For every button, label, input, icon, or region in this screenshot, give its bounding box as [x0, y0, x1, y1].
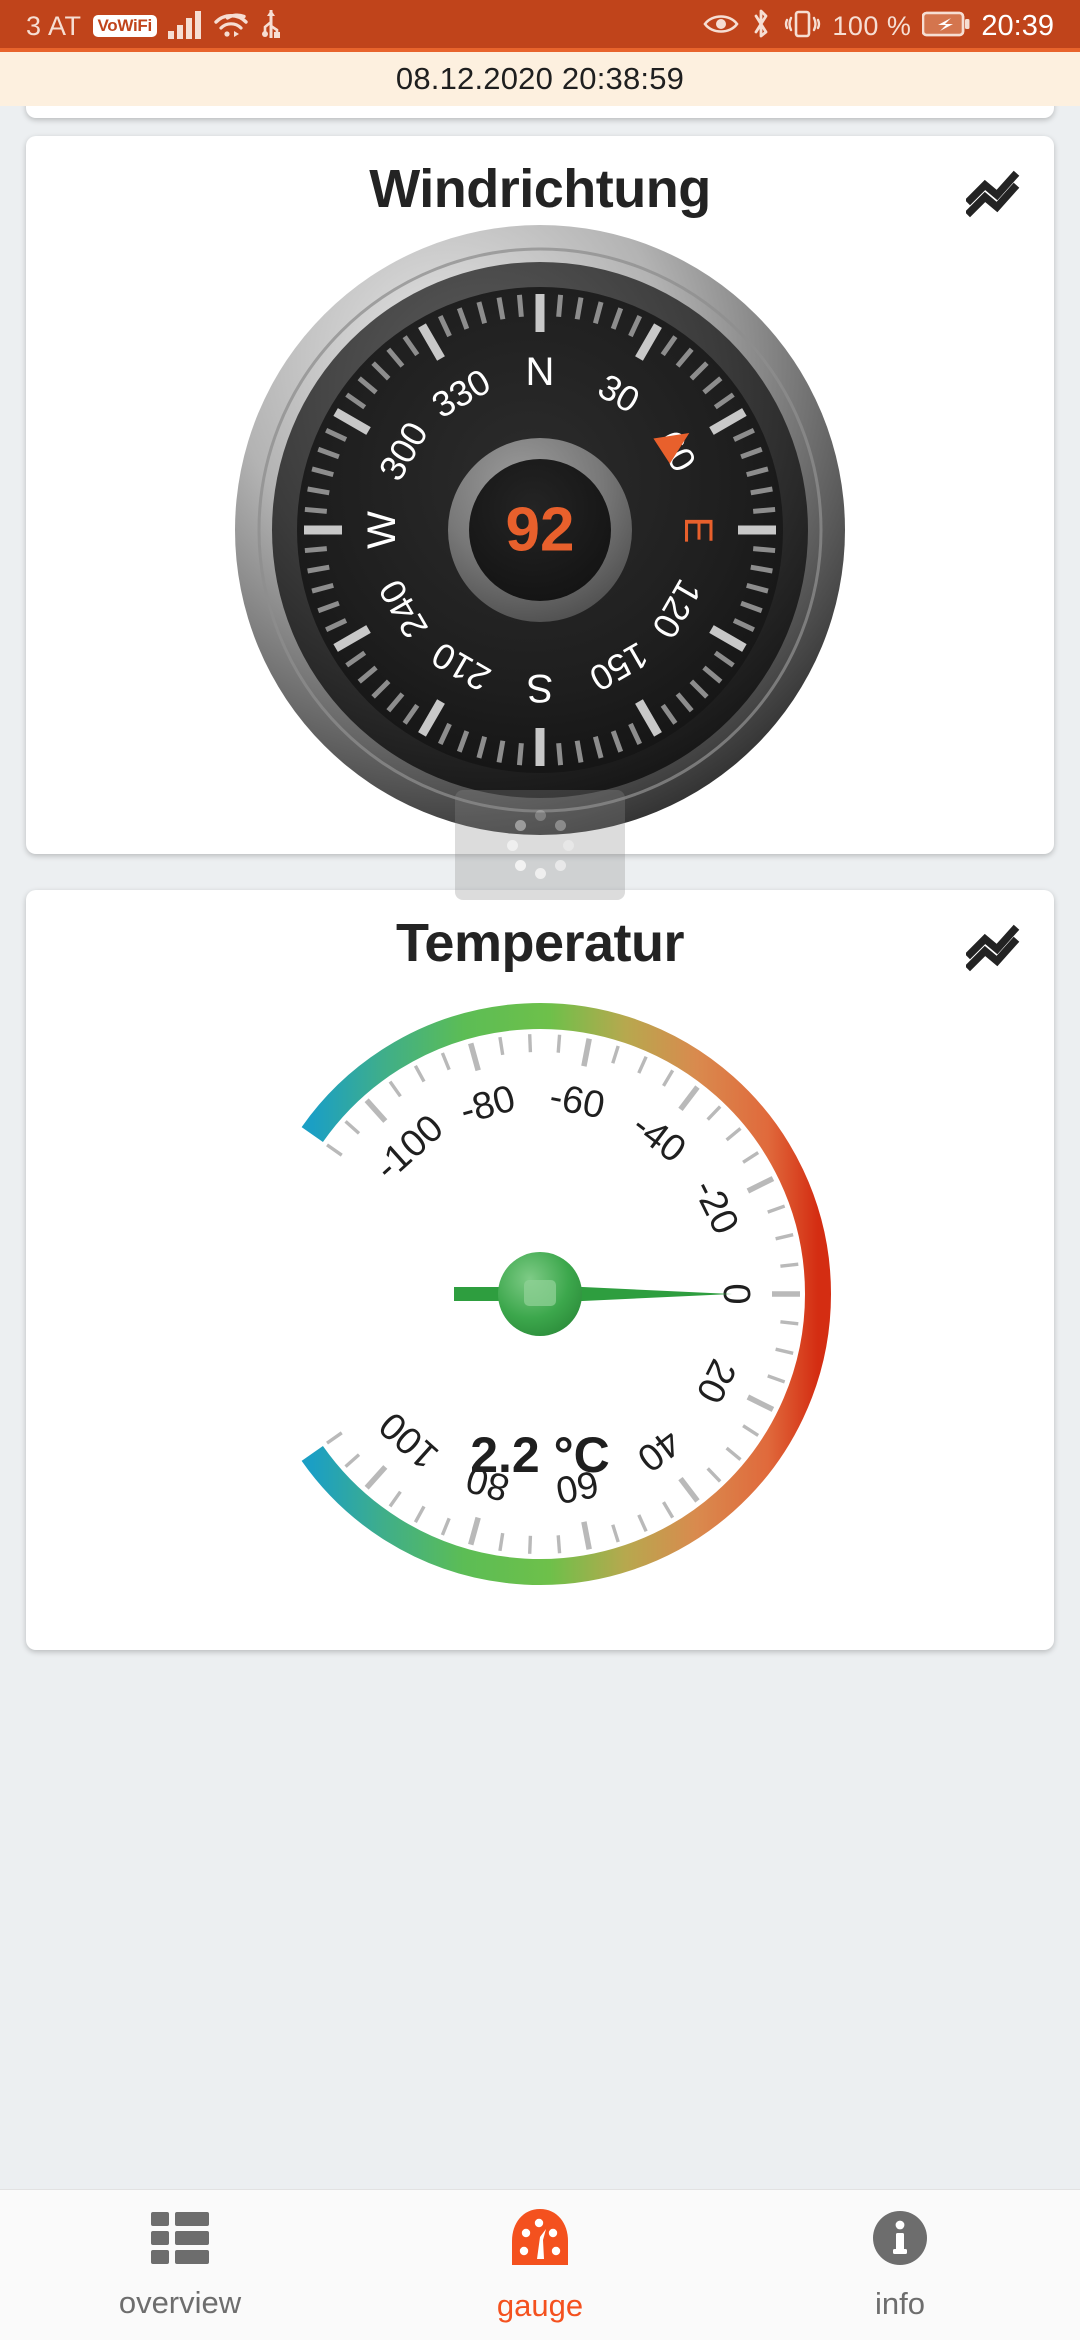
battery-charging-icon — [922, 10, 970, 43]
compass-value-label: 92 — [506, 496, 575, 565]
vowifi-badge: VoWiFi — [92, 15, 157, 37]
svg-text:W: W — [360, 511, 404, 549]
svg-text:-100: -100 — [367, 1107, 452, 1189]
temperature-value-label: 2.2 °C — [470, 1427, 610, 1483]
nav-item-gauge[interactable]: gauge — [360, 2190, 720, 2340]
card-header-temperatur: Temperatur — [26, 890, 1054, 974]
compass-gauge: N3060E120150S210240W300330 92 — [26, 220, 1054, 840]
signal-bars-icon — [167, 9, 202, 44]
card-temperatur[interactable]: Temperatur -100 -80 -60 -40 -20 0 20 40 … — [26, 890, 1054, 1650]
svg-text:N: N — [526, 350, 555, 394]
temperature-needle — [454, 1285, 732, 1303]
bottom-navigation[interactable]: overview gauge info — [0, 2189, 1080, 2340]
battery-percent-label: 100 % — [832, 10, 912, 41]
svg-text:S: S — [527, 666, 554, 710]
nav-item-info[interactable]: info — [720, 2190, 1080, 2340]
svg-text:-80: -80 — [456, 1078, 520, 1133]
svg-text:E: E — [676, 517, 720, 544]
previous-card-stub[interactable] — [26, 106, 1054, 118]
card-title-temperatur: Temperatur — [395, 913, 685, 973]
temperature-gauge-svg: -100-80 -60-40-20020406080100 2.2 °C — [301, 1003, 831, 1585]
clock-label: 20:39 — [981, 9, 1054, 42]
carrier-label: 3 AT — [26, 10, 82, 41]
bluetooth-icon — [750, 8, 772, 45]
gauge-scroll-area[interactable]: Windrichtung N 30 E 120 150 S 210 240 W … — [0, 106, 1080, 2190]
vibrate-icon — [783, 8, 821, 45]
page-title: Windrichtung — [369, 159, 711, 219]
chart-zigzag-icon[interactable] — [964, 920, 1028, 977]
temperature-gauge: -100 -80 -60 -40 -20 0 20 40 60 80 100 2.2 °C — [26, 974, 1054, 1614]
svg-text:40: 40 — [629, 1420, 688, 1479]
date-bar: 08.12.2020 20:38:59 — [0, 52, 1080, 106]
svg-text:-60: -60 — [546, 1076, 608, 1128]
timestamp-label: 08.12.2020 20:38:59 — [395, 61, 685, 96]
chart-zigzag-icon[interactable] — [964, 166, 1028, 223]
wifi-icon — [213, 9, 249, 44]
loading-indicator — [455, 790, 625, 900]
needle-hub-highlight — [524, 1280, 556, 1306]
compass-gauge-svg: N3060E120150S210240W300330 92 — [235, 225, 845, 835]
nav-label-gauge: gauge — [496, 2287, 584, 2323]
grid-list-icon — [149, 2210, 211, 2271]
info-circle-icon — [871, 2209, 929, 2272]
loading-dots — [505, 810, 575, 880]
svg-text:20: 20 — [687, 1353, 743, 1410]
status-bar-left: 3 AT VoWiFi — [26, 8, 282, 45]
card-windrichtung[interactable]: Windrichtung N 30 E 120 150 S 210 240 W … — [26, 136, 1054, 900]
status-bar-right: 100 % 20:39 — [703, 8, 1054, 45]
eye-icon — [703, 11, 739, 42]
svg-text:-40: -40 — [624, 1105, 693, 1172]
usb-icon — [260, 8, 282, 45]
nav-label-info: info — [875, 2285, 925, 2321]
svg-text:-20: -20 — [685, 1173, 747, 1241]
nav-item-overview[interactable]: overview — [0, 2190, 360, 2340]
card-header-windrichtung: Windrichtung — [26, 136, 1054, 220]
speedometer-icon — [510, 2207, 570, 2274]
status-bar: 3 AT VoWiFi 100 % 20:39 — [0, 0, 1080, 52]
nav-label-overview: overview — [118, 2284, 242, 2320]
